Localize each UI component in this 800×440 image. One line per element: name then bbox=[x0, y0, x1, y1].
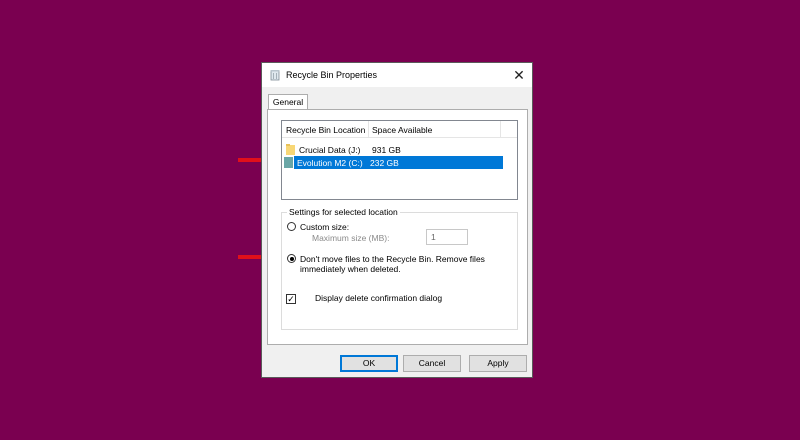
confirm-dialog-label[interactable]: Display delete confirmation dialog bbox=[315, 293, 442, 303]
column-divider[interactable] bbox=[500, 121, 501, 137]
list-item[interactable]: Crucial Data (J:) 931 GB bbox=[284, 143, 504, 156]
window-title: Recycle Bin Properties bbox=[286, 70, 378, 80]
close-icon[interactable]: ✕ bbox=[512, 68, 526, 82]
location-name: Crucial Data (J:) bbox=[299, 145, 361, 155]
confirm-dialog-checkbox[interactable]: ✓ bbox=[286, 294, 296, 304]
column-header-space[interactable]: Space Available bbox=[372, 125, 432, 135]
recycle-bin-icon bbox=[270, 70, 280, 81]
list-header: Recycle Bin Location Space Available bbox=[282, 121, 517, 138]
folder-icon bbox=[286, 144, 295, 155]
ok-button[interactable]: OK bbox=[340, 355, 398, 372]
apply-button[interactable]: Apply bbox=[469, 355, 527, 372]
max-size-input[interactable]: 1 bbox=[426, 229, 468, 245]
custom-size-radio[interactable] bbox=[287, 222, 296, 231]
location-name: Evolution M2 (C:) bbox=[297, 158, 363, 168]
column-header-location[interactable]: Recycle Bin Location bbox=[286, 125, 365, 135]
cancel-button[interactable]: Cancel bbox=[403, 355, 461, 372]
max-size-label: Maximum size (MB): bbox=[312, 233, 390, 243]
dont-move-files-radio[interactable] bbox=[287, 254, 296, 263]
drive-icon bbox=[284, 157, 293, 168]
recycle-bin-location-list[interactable]: Recycle Bin Location Space Available Cru… bbox=[281, 120, 518, 200]
general-tab-panel: Recycle Bin Location Space Available Cru… bbox=[267, 109, 528, 345]
recycle-bin-properties-dialog: Recycle Bin Properties ✕ General Recycle… bbox=[261, 62, 533, 378]
column-divider[interactable] bbox=[368, 121, 369, 137]
settings-group: Settings for selected location Custom si… bbox=[281, 207, 518, 330]
settings-group-label: Settings for selected location bbox=[287, 207, 400, 217]
space-available: 232 GB bbox=[370, 158, 399, 168]
space-available: 931 GB bbox=[372, 145, 401, 155]
custom-size-label[interactable]: Custom size: bbox=[300, 222, 349, 232]
dont-move-files-label-line2[interactable]: immediately when deleted. bbox=[300, 264, 401, 274]
tab-general[interactable]: General bbox=[268, 94, 308, 110]
list-item-selected[interactable]: Evolution M2 (C:) 232 GB bbox=[284, 156, 503, 169]
dont-move-files-label-line1[interactable]: Don't move files to the Recycle Bin. Rem… bbox=[300, 254, 485, 264]
title-bar[interactable]: Recycle Bin Properties ✕ bbox=[262, 63, 532, 87]
